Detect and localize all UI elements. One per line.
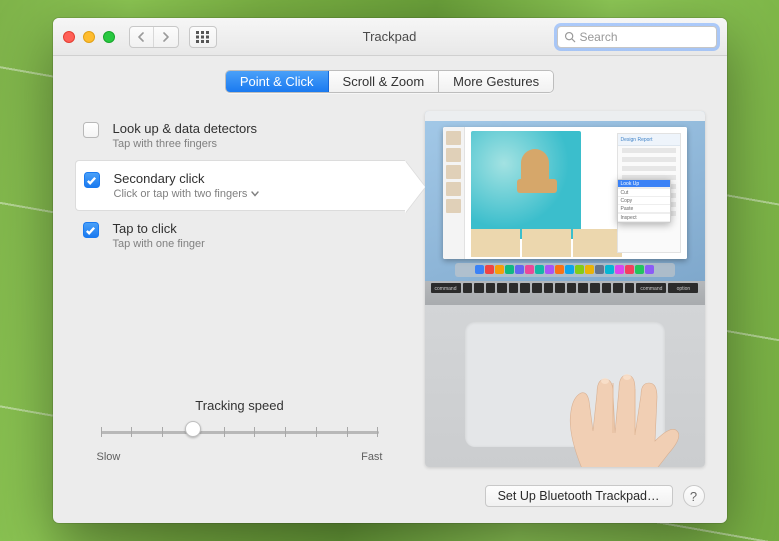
option-subtitle: Tap with one finger bbox=[113, 238, 393, 250]
forward-button[interactable] bbox=[154, 27, 178, 47]
tracking-speed-label: Tracking speed bbox=[95, 398, 385, 413]
option-title: Tap to click bbox=[113, 221, 393, 236]
search-icon bbox=[564, 31, 576, 43]
back-button[interactable] bbox=[130, 27, 154, 47]
checkbox[interactable] bbox=[84, 172, 100, 188]
titlebar: Trackpad Search bbox=[53, 18, 727, 56]
tab-point-click[interactable]: Point & Click bbox=[226, 71, 329, 92]
window-controls bbox=[63, 31, 115, 43]
slider-max-label: Fast bbox=[361, 451, 382, 463]
checkbox[interactable] bbox=[83, 222, 99, 238]
options-list: Look up & data detectors Tap with three f… bbox=[75, 111, 405, 260]
close-window-button[interactable] bbox=[63, 31, 75, 43]
minimize-window-button[interactable] bbox=[83, 31, 95, 43]
tabs: Point & ClickScroll & ZoomMore Gestures bbox=[225, 70, 554, 93]
checkbox[interactable] bbox=[83, 122, 99, 138]
slider-min-label: Slow bbox=[97, 451, 121, 463]
nav-back-forward bbox=[129, 26, 179, 48]
grid-icon bbox=[196, 31, 210, 43]
search-field[interactable]: Search bbox=[557, 26, 717, 48]
option-row[interactable]: Tap to click Tap with one finger bbox=[75, 211, 405, 260]
option-subtitle[interactable]: Click or tap with two fingers bbox=[114, 188, 393, 200]
chevron-down-icon bbox=[251, 189, 259, 199]
gesture-preview: Design Report Look UpCutCopyPasteInspect… bbox=[425, 111, 705, 467]
show-all-button[interactable] bbox=[189, 26, 217, 48]
slider-knob[interactable] bbox=[185, 421, 201, 437]
tracking-speed-slider[interactable] bbox=[101, 421, 379, 445]
tracking-speed-section: Tracking speed Slow Fast bbox=[75, 352, 405, 467]
option-title: Secondary click bbox=[114, 171, 393, 186]
help-button[interactable]: ? bbox=[683, 485, 705, 507]
option-row[interactable]: Secondary click Click or tap with two fin… bbox=[75, 160, 405, 211]
search-placeholder: Search bbox=[580, 30, 618, 44]
tab-scroll-zoom[interactable]: Scroll & Zoom bbox=[329, 71, 440, 92]
hand-illustration bbox=[537, 341, 687, 467]
preferences-window: Trackpad Search Point & ClickScroll & Zo… bbox=[53, 18, 727, 523]
setup-bluetooth-button[interactable]: Set Up Bluetooth Trackpad… bbox=[485, 485, 673, 507]
tab-more-gestures[interactable]: More Gestures bbox=[439, 71, 553, 92]
option-row[interactable]: Look up & data detectors Tap with three f… bbox=[75, 111, 405, 160]
zoom-window-button[interactable] bbox=[103, 31, 115, 43]
option-title: Look up & data detectors bbox=[113, 121, 393, 136]
option-subtitle: Tap with three fingers bbox=[113, 138, 393, 150]
